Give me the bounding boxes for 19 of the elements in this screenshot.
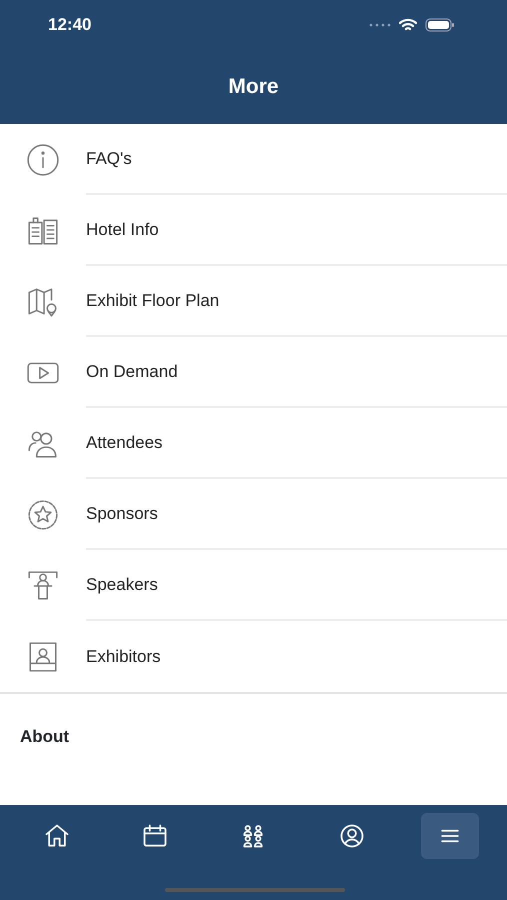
battery-icon bbox=[425, 18, 455, 32]
star-badge-icon bbox=[26, 498, 60, 532]
menu-item[interactable]: Exhibit Floor Plan bbox=[86, 288, 220, 314]
menu-item[interactable]: Attendees bbox=[86, 430, 163, 456]
signal-icon bbox=[369, 23, 391, 27]
menu-item[interactable]: Hotel Info bbox=[86, 216, 159, 242]
menu-item[interactable]: FAQ's bbox=[86, 146, 132, 172]
section-link[interactable]: About bbox=[20, 727, 70, 746]
menu-item[interactable]: Speakers bbox=[86, 572, 158, 598]
podium-icon bbox=[26, 568, 60, 602]
menu-item[interactable]: Exhibitors bbox=[86, 644, 161, 670]
menu-item[interactable]: On Demand bbox=[86, 358, 178, 384]
menu-item[interactable]: Sponsors bbox=[86, 500, 158, 526]
page-title: More bbox=[228, 74, 279, 100]
info-icon bbox=[26, 142, 60, 176]
profile-icon bbox=[338, 822, 366, 850]
wifi-icon bbox=[399, 18, 417, 32]
menu-tab[interactable] bbox=[420, 813, 479, 859]
status-time: 12:40 bbox=[48, 14, 92, 36]
